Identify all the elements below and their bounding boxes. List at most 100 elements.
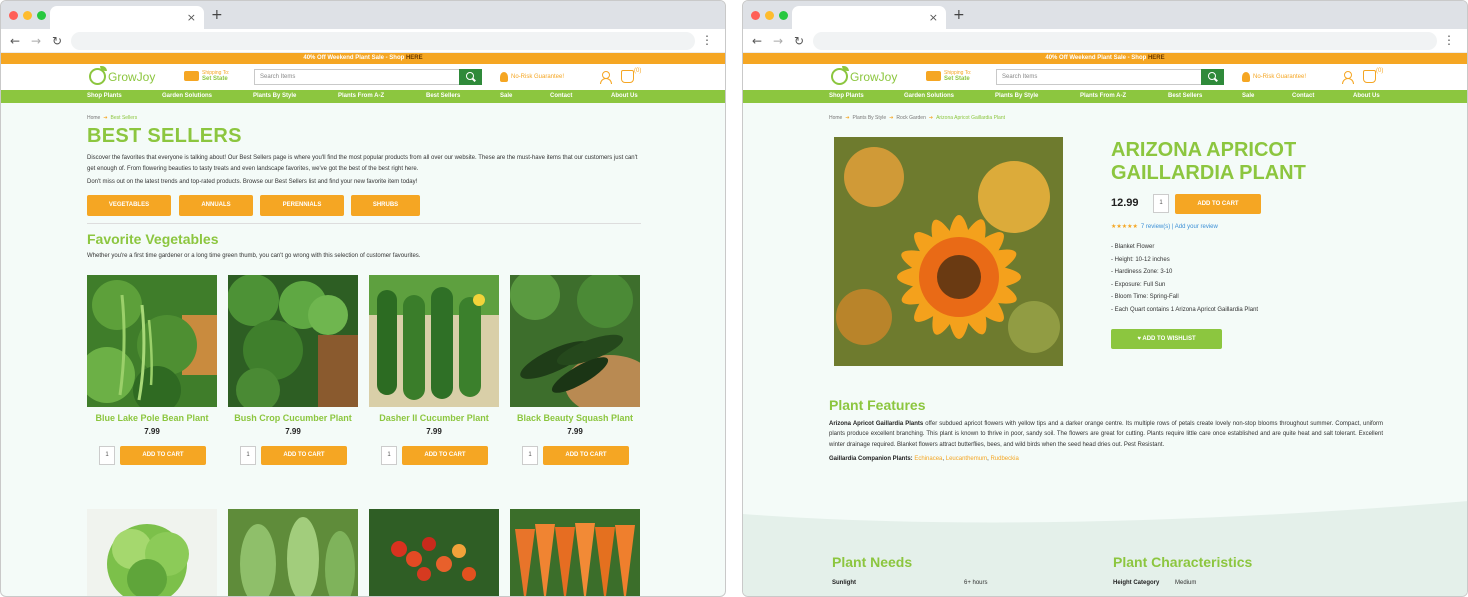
- nav-plants-by-style[interactable]: Plants By Style: [995, 90, 1038, 103]
- product-name[interactable]: Bush Crop Cucumber Plant: [228, 413, 358, 423]
- back-icon[interactable]: ←: [752, 34, 762, 48]
- product-name[interactable]: Black Beauty Squash Plant: [510, 413, 640, 423]
- close-window-button[interactable]: [9, 11, 18, 20]
- add-to-cart-button[interactable]: ADD TO CART: [120, 446, 206, 465]
- product-name[interactable]: Dasher II Cucumber Plant: [369, 413, 499, 423]
- close-tab-icon[interactable]: ×: [187, 11, 196, 24]
- search-input[interactable]: Search Items: [254, 69, 459, 85]
- maximize-window-button[interactable]: [779, 11, 788, 20]
- minimize-window-button[interactable]: [765, 11, 774, 20]
- reload-icon[interactable]: ↻: [794, 34, 804, 48]
- shipping-selector[interactable]: Shipping To: Set State: [926, 70, 971, 82]
- product-image[interactable]: [87, 275, 217, 407]
- growjoy-logo[interactable]: GrowJoy: [89, 66, 155, 85]
- product-image[interactable]: [228, 275, 358, 407]
- reviews-link[interactable]: 7 review(s) | Add your review: [1141, 224, 1218, 230]
- product-price: 7.99: [144, 427, 160, 436]
- guarantee-badge[interactable]: No-Risk Guarantee!: [500, 72, 564, 82]
- cart-icon[interactable]: [621, 70, 634, 83]
- browser-tab[interactable]: ×: [792, 6, 946, 29]
- cart-icon[interactable]: [1363, 70, 1376, 83]
- nav-best-sellers[interactable]: Best Sellers: [426, 90, 460, 103]
- search-button[interactable]: [1201, 69, 1224, 85]
- cucumber-vines-image[interactable]: [228, 509, 358, 596]
- breadcrumb-home[interactable]: Home: [87, 115, 100, 121]
- browser-menu-icon[interactable]: ⋮: [701, 33, 713, 47]
- nav-plants-a-z[interactable]: Plants From A-Z: [1080, 90, 1126, 103]
- quantity-input[interactable]: 1: [381, 446, 397, 465]
- breadcrumb-arrow-icon: ➔: [889, 115, 894, 121]
- sunlight-label: Sunlight: [832, 580, 856, 586]
- minimize-window-button[interactable]: [23, 11, 32, 20]
- nav-sale[interactable]: Sale: [500, 90, 512, 103]
- nav-sale[interactable]: Sale: [1242, 90, 1254, 103]
- nav-shop-plants[interactable]: Shop Plants: [87, 90, 122, 103]
- add-to-cart-button[interactable]: ADD TO CART: [543, 446, 629, 465]
- features-product-name: Arizona Apricot Gaillardia Plants: [829, 421, 924, 427]
- quantity-input[interactable]: 1: [240, 446, 256, 465]
- nav-garden-solutions[interactable]: Garden Solutions: [162, 90, 212, 103]
- nav-about-us[interactable]: About Us: [1353, 90, 1380, 103]
- truck-icon: [184, 71, 199, 81]
- nav-best-sellers[interactable]: Best Sellers: [1168, 90, 1202, 103]
- nav-contact[interactable]: Contact: [1292, 90, 1314, 103]
- companion-link-rudbeckia[interactable]: Rudbeckia: [990, 456, 1018, 462]
- search-button[interactable]: [459, 69, 482, 85]
- category-vegetables-button[interactable]: VEGETABLES: [87, 195, 171, 216]
- promo-text: 40% Off Weekend Plant Sale - Shop: [1045, 55, 1148, 61]
- browser-window-right: × + ← → ↻ ⋮ 40% Off Weekend Plant Sale -…: [742, 0, 1468, 597]
- site-header: GrowJoy Shipping To: Set State Search Ite…: [743, 64, 1467, 90]
- product-image[interactable]: [510, 275, 640, 407]
- quantity-input[interactable]: 1: [99, 446, 115, 465]
- close-tab-icon[interactable]: ×: [929, 11, 938, 24]
- forward-icon[interactable]: →: [31, 34, 41, 48]
- companion-link-echinacea[interactable]: Echinacea: [914, 456, 942, 462]
- browser-menu-icon[interactable]: ⋮: [1443, 33, 1455, 47]
- nav-about-us[interactable]: About Us: [611, 90, 638, 103]
- back-icon[interactable]: ←: [10, 34, 20, 48]
- address-bar[interactable]: [813, 32, 1437, 50]
- category-annuals-button[interactable]: ANNUALS: [179, 195, 253, 216]
- search-input[interactable]: Search Items: [996, 69, 1201, 85]
- address-bar[interactable]: [71, 32, 695, 50]
- promo-link[interactable]: HERE: [1148, 55, 1165, 61]
- account-icon[interactable]: [1342, 71, 1354, 84]
- close-window-button[interactable]: [751, 11, 760, 20]
- product-image[interactable]: [369, 275, 499, 407]
- guarantee-badge[interactable]: No-Risk Guarantee!: [1242, 72, 1306, 82]
- lettuce-image[interactable]: [87, 509, 217, 596]
- product-name[interactable]: Blue Lake Pole Bean Plant: [87, 413, 217, 423]
- growjoy-logo[interactable]: GrowJoy: [831, 66, 897, 85]
- breadcrumb-plants-by-style[interactable]: Plants By Style: [853, 115, 887, 121]
- promo-link[interactable]: HERE: [406, 55, 423, 61]
- add-to-wishlist-button[interactable]: ♥ ADD TO WISHLIST: [1111, 329, 1222, 349]
- nav-plants-by-style[interactable]: Plants By Style: [253, 90, 296, 103]
- nav-plants-a-z[interactable]: Plants From A-Z: [338, 90, 384, 103]
- add-to-cart-button[interactable]: ADD TO CART: [402, 446, 488, 465]
- promo-banner: 40% Off Weekend Plant Sale - Shop HERE: [1, 53, 725, 64]
- quantity-input[interactable]: 1: [1153, 194, 1169, 213]
- add-to-cart-button[interactable]: ADD TO CART: [1175, 194, 1261, 214]
- shipping-label: Shipping To: Set State: [944, 70, 971, 82]
- companion-link-leucanthemum[interactable]: Leucanthemum: [946, 456, 987, 462]
- nav-garden-solutions[interactable]: Garden Solutions: [904, 90, 954, 103]
- nav-shop-plants[interactable]: Shop Plants: [829, 90, 864, 103]
- maximize-window-button[interactable]: [37, 11, 46, 20]
- reload-icon[interactable]: ↻: [52, 34, 62, 48]
- breadcrumb-rock-garden[interactable]: Rock Garden: [896, 115, 925, 121]
- shipping-selector[interactable]: Shipping To: Set State: [184, 70, 229, 82]
- quantity-input[interactable]: 1: [522, 446, 538, 465]
- new-tab-icon[interactable]: +: [211, 7, 223, 23]
- add-to-cart-button[interactable]: ADD TO CART: [261, 446, 347, 465]
- product-main-image[interactable]: [834, 137, 1063, 366]
- category-perennials-button[interactable]: PERENNIALS: [260, 195, 344, 216]
- breadcrumb-home[interactable]: Home: [829, 115, 842, 121]
- account-icon[interactable]: [600, 71, 612, 84]
- new-tab-icon[interactable]: +: [953, 7, 965, 23]
- tomato-image[interactable]: [369, 509, 499, 596]
- carrot-image[interactable]: [510, 509, 640, 596]
- browser-tab[interactable]: ×: [50, 6, 204, 29]
- forward-icon[interactable]: →: [773, 34, 783, 48]
- nav-contact[interactable]: Contact: [550, 90, 572, 103]
- category-shrubs-button[interactable]: SHRUBS: [351, 195, 420, 216]
